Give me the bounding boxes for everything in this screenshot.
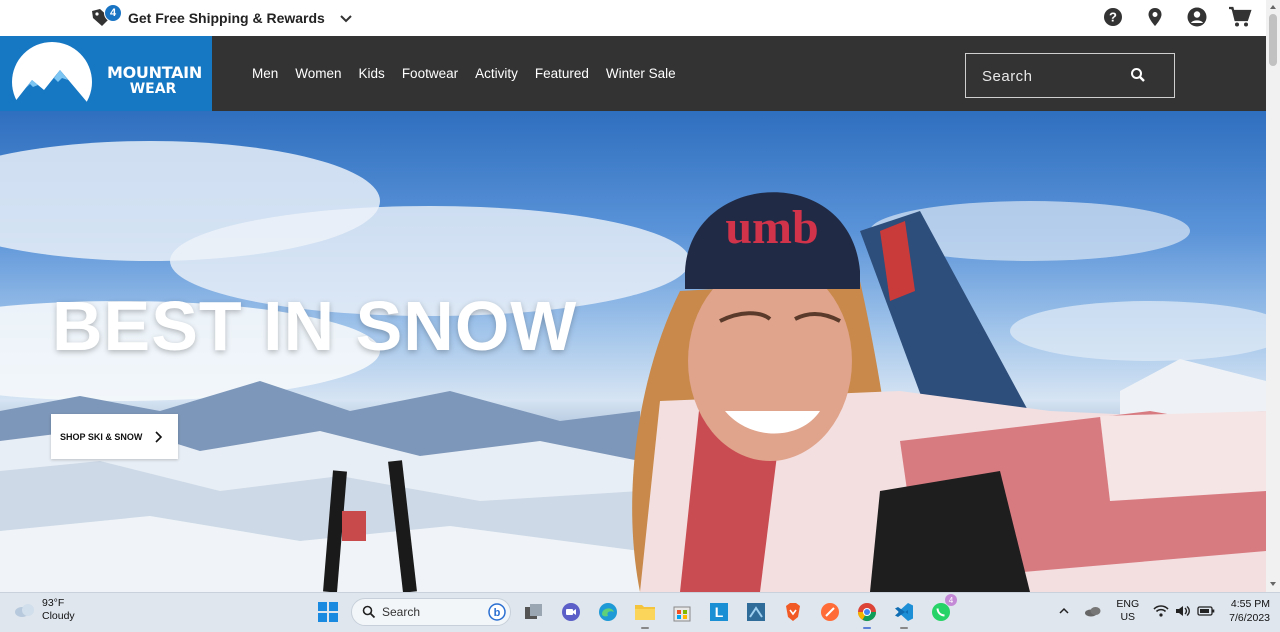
postman-icon [821,603,839,621]
store-icon [673,606,691,622]
rewards-tag-icon: 4 [90,4,122,29]
rewards-count-badge: 4 [104,4,122,22]
clock-time: 4:55 PM [1230,598,1270,610]
start-button[interactable] [314,598,342,626]
nav-winter-sale[interactable]: Winter Sale [606,66,676,81]
active-indicator [900,627,908,629]
windows-start-icon [318,602,338,622]
whatsapp-badge: 4 [945,594,957,606]
task-view-app[interactable] [520,598,548,626]
promo-text[interactable]: Get Free Shipping & Rewards [128,10,325,26]
active-indicator [641,627,649,629]
weather-description: Cloudy [42,610,75,622]
folder-icon [635,605,655,620]
account-icon[interactable] [1186,6,1210,30]
logo-text-line1: MOUNTAIN [107,63,202,82]
site-logo[interactable]: MOUNTAIN WEAR [0,36,212,122]
windows-taskbar: 93°F Cloudy Search b L 4 ENG US 4:55 PM … [0,592,1280,632]
shop-ski-snow-button[interactable]: SHOP SKI & SNOW [51,414,178,459]
vscode-app[interactable] [890,598,918,629]
language-code: ENG [1116,598,1140,610]
nav-men[interactable]: Men [252,66,278,81]
brave-browser-icon [786,603,800,621]
editor-icon [747,603,765,621]
taskbar-search-label: Search [382,605,421,619]
nav-footwear[interactable]: Footwear [402,66,458,81]
file-explorer-app[interactable] [631,598,659,629]
site-header: MOUNTAIN WEAR Men Women Kids Footwear Ac… [0,36,1266,122]
whatsapp-app[interactable]: 4 [927,594,957,626]
volume-icon[interactable] [1175,604,1191,618]
chrome-browser-icon [858,603,876,622]
vscode-icon [895,603,913,621]
editor-app[interactable] [742,598,770,626]
nav-activity[interactable]: Activity [475,66,518,81]
search-icon[interactable] [1130,67,1146,83]
scroll-up-icon[interactable] [1269,3,1277,11]
weather-widget[interactable]: 93°F Cloudy [14,597,75,623]
shop-ski-snow-label: SHOP SKI & SNOW [60,431,143,442]
store-app[interactable] [668,598,696,626]
taskbar-search[interactable]: Search b [351,598,511,626]
onedrive-icon[interactable] [1084,605,1102,617]
search-icon [362,605,376,619]
nav-women[interactable]: Women [295,66,341,81]
site-search [965,53,1175,99]
edge-browser-icon [599,603,617,621]
postman-app[interactable] [816,598,844,626]
page-scrollbar[interactable] [1266,0,1280,592]
clock-date: 7/6/2023 [1229,612,1270,624]
chrome-app[interactable] [853,598,881,629]
chat-icon [562,603,580,621]
edge-app[interactable] [594,598,622,626]
language-indicator[interactable]: ENG US [1116,598,1139,624]
l-app-icon: L [710,603,728,621]
search-input[interactable] [966,54,1144,99]
logo-text-line2: WEAR [129,81,177,97]
l-app[interactable]: L [705,598,733,626]
weather-temperature: 93°F [42,597,65,609]
help-icon[interactable]: ? [1102,6,1126,30]
nav-featured[interactable]: Featured [535,66,589,81]
main-nav: Men Women Kids Footwear Activity Feature… [252,36,693,111]
bing-icon: b [488,603,506,621]
beanie-text: umb [725,201,818,254]
keyboard-region: US [1120,611,1136,623]
wifi-icon[interactable] [1153,604,1169,618]
task-view-icon [525,604,542,619]
scrollbar-thumb[interactable] [1269,14,1277,66]
mountain-logo-icon [0,42,100,122]
svg-text:?: ? [1109,10,1117,25]
rewards-promo[interactable]: 4 Get Free Shipping & Rewards [90,4,353,30]
hero-title: BEST IN SNOW [52,287,578,365]
location-pin-icon[interactable] [1144,6,1168,30]
svg-text:b: b [494,607,501,619]
chevron-down-icon[interactable] [339,11,353,25]
chevron-up-icon[interactable] [1058,606,1070,616]
scroll-down-icon[interactable] [1269,580,1277,588]
chevron-right-icon [155,430,163,443]
teams-chat-app[interactable] [557,598,585,626]
active-indicator [863,627,871,629]
hero-banner: umb BEST IN SNOW SHOP SKI & SNOW [0,111,1266,592]
nav-kids[interactable]: Kids [359,66,385,81]
svg-text:L: L [715,604,724,620]
system-clock[interactable]: 4:55 PM 7/6/2023 [1229,597,1270,625]
cloud-icon [15,604,34,617]
cart-icon[interactable] [1228,6,1252,30]
battery-icon[interactable] [1197,605,1215,617]
utility-bar: 4 Get Free Shipping & Rewards ? [0,0,1266,36]
brave-app[interactable] [779,598,807,626]
